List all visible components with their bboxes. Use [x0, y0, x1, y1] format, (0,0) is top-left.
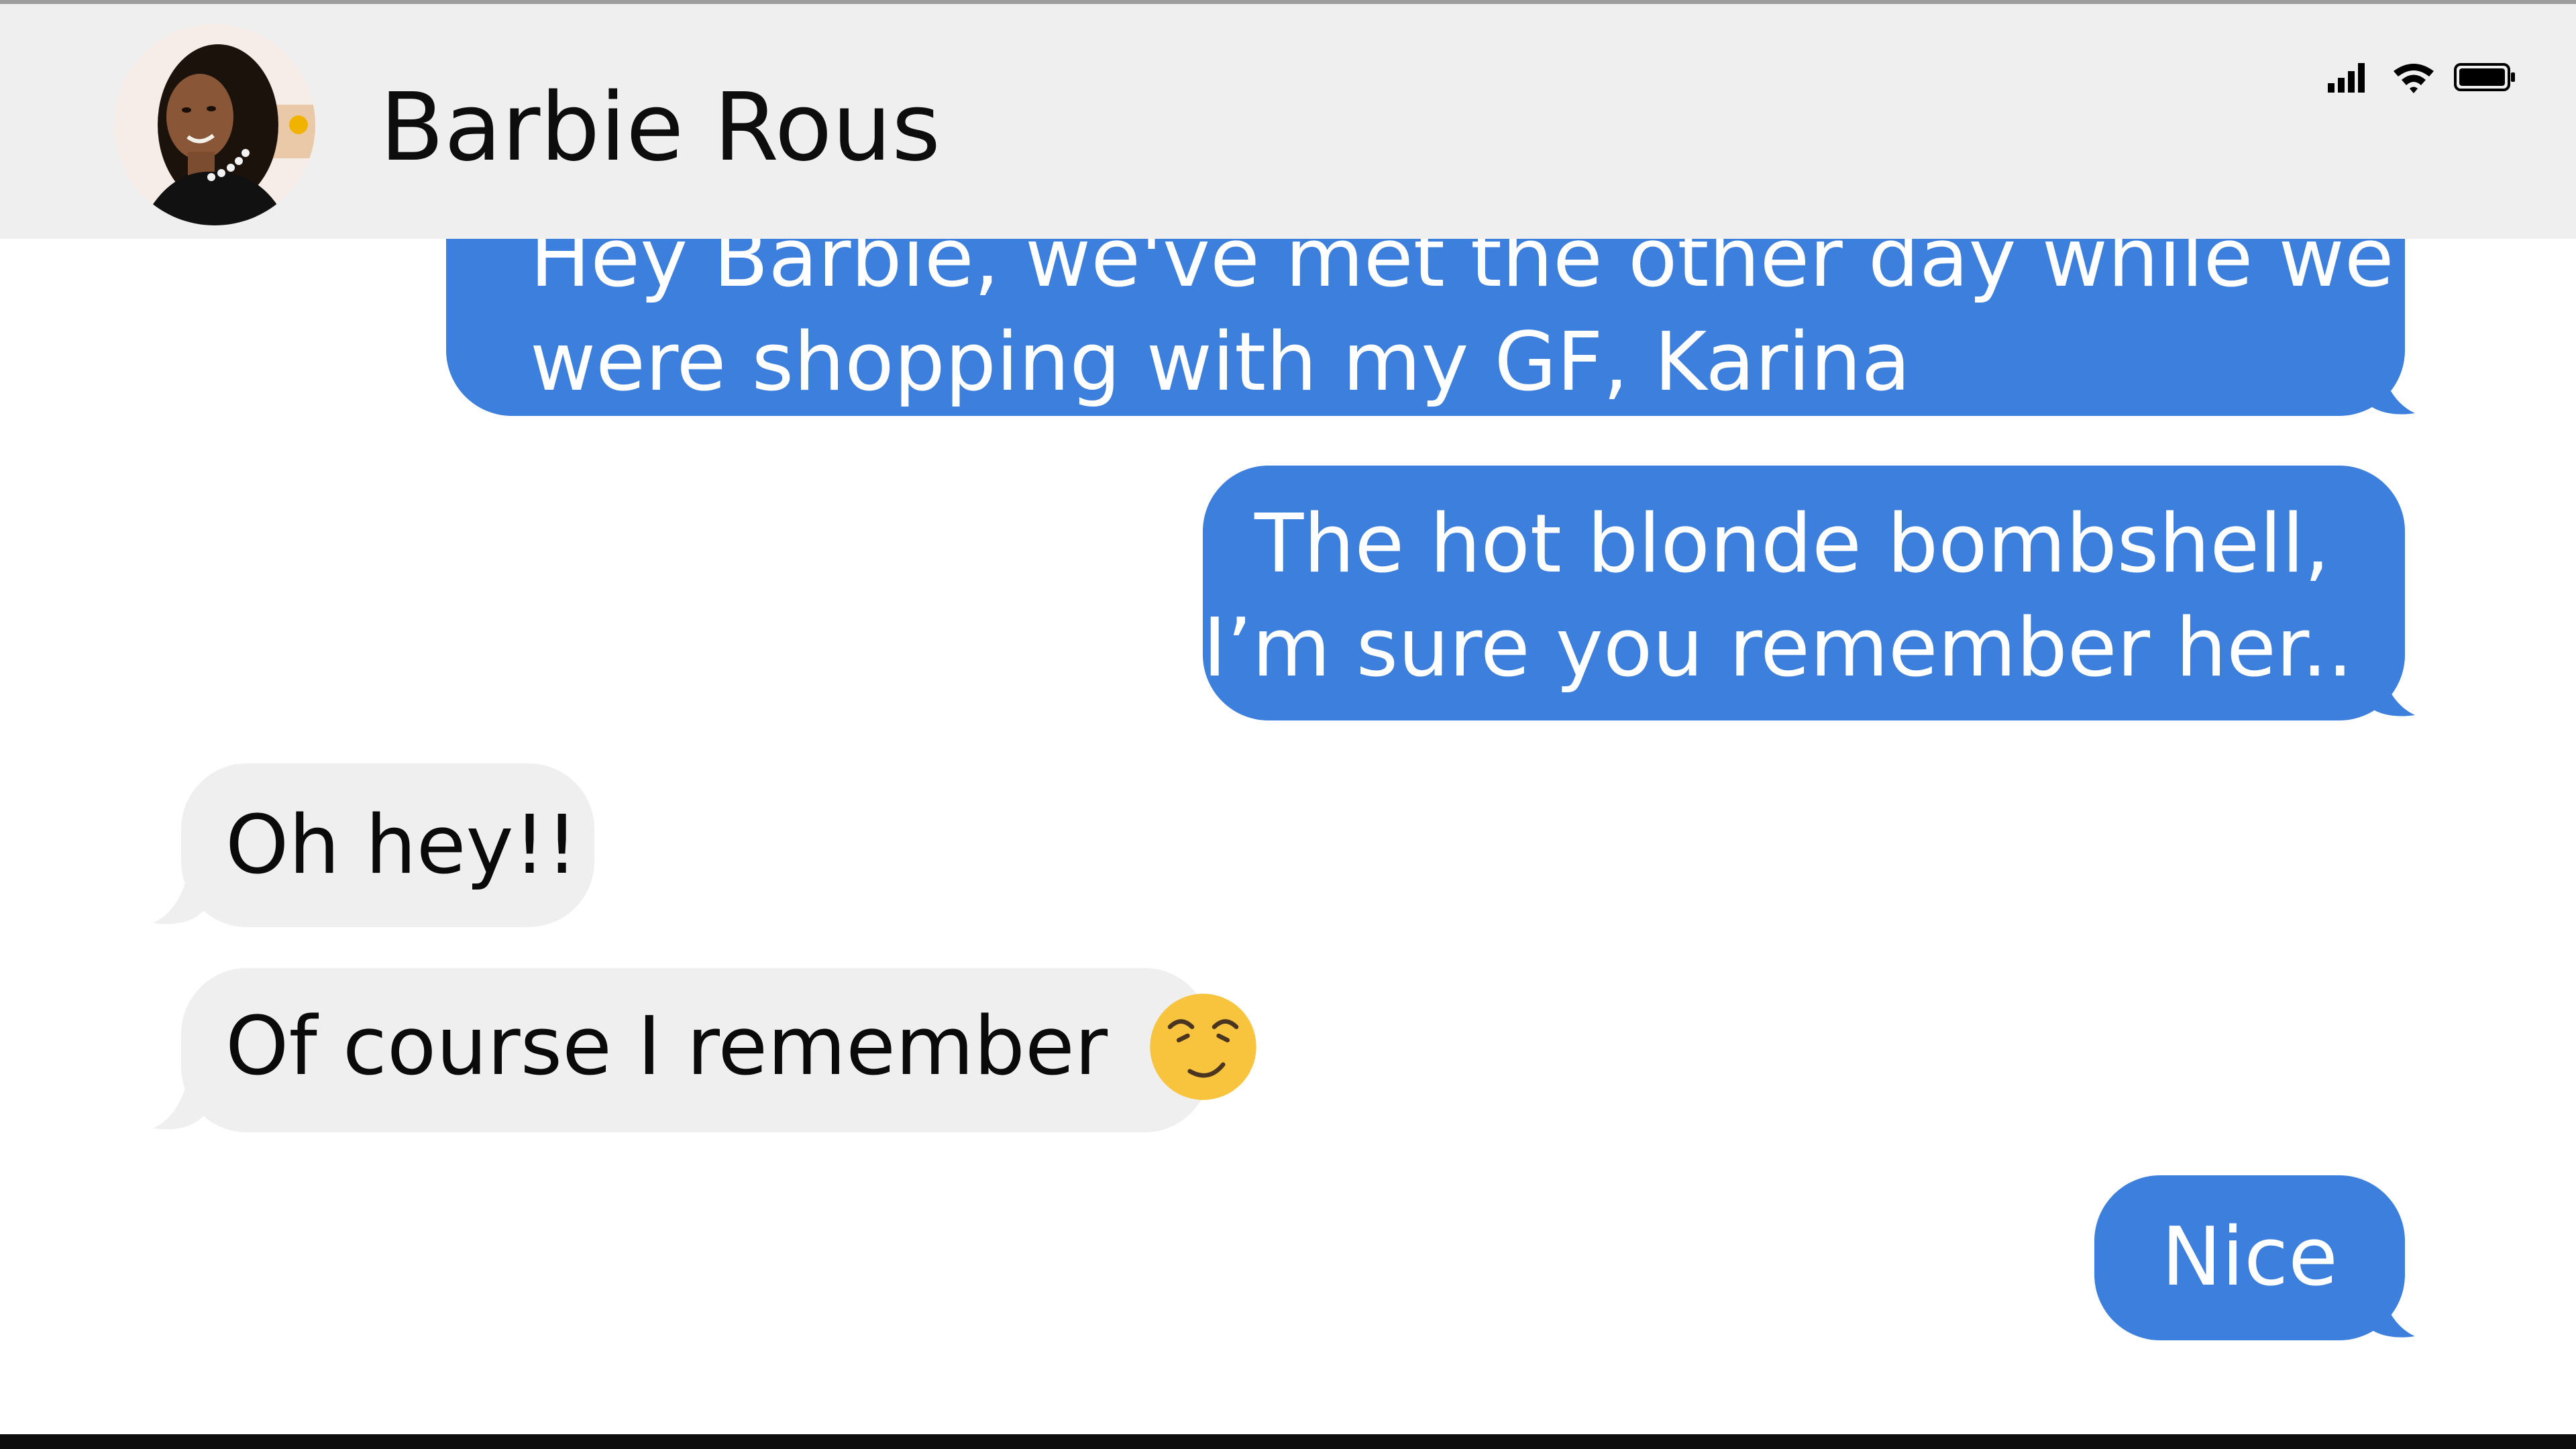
- smirk-emoji-icon: [1150, 994, 1256, 1100]
- contact-name[interactable]: Barbie Rous: [380, 71, 941, 185]
- battery-icon: [2454, 63, 2515, 91]
- message-line: Of course I remember: [225, 1000, 1108, 1093]
- bubble-tail: [2361, 637, 2415, 716]
- conversation-header: Barbie Rous: [0, 4, 2576, 239]
- bubble-tail: [153, 845, 207, 924]
- profile-photo-icon: [114, 24, 315, 225]
- bubble-tail: [2361, 335, 2415, 415]
- message-line: were shopping with my GF, Karina: [530, 316, 1911, 409]
- bottom-edge: [0, 1434, 2576, 1449]
- message-line: Oh hey!!: [225, 799, 578, 892]
- message-bubble-outgoing[interactable]: Nice: [2094, 1175, 2405, 1340]
- message-line: The hot blonde bombshell,: [1254, 498, 2330, 591]
- message-bubble-incoming[interactable]: Of course I remember: [181, 968, 1256, 1132]
- messages-screen: Hey Barbie, we've met the other day whil…: [0, 0, 2576, 1449]
- message-line: Nice: [2161, 1211, 2338, 1304]
- bubble-tail: [2361, 1258, 2415, 1338]
- bubble-tail: [153, 1051, 207, 1130]
- avatar[interactable]: [114, 24, 315, 225]
- message-line: I’m sure you remember her...: [1203, 602, 2379, 695]
- message-bubble-incoming[interactable]: Oh hey!!: [181, 763, 594, 927]
- message-bubble-outgoing[interactable]: The hot blonde bombshell, I’m sure you r…: [1203, 466, 2405, 720]
- status-bar-icons: [2328, 63, 2515, 93]
- wifi-icon: [2394, 64, 2434, 93]
- signal-icon: [2328, 63, 2365, 93]
